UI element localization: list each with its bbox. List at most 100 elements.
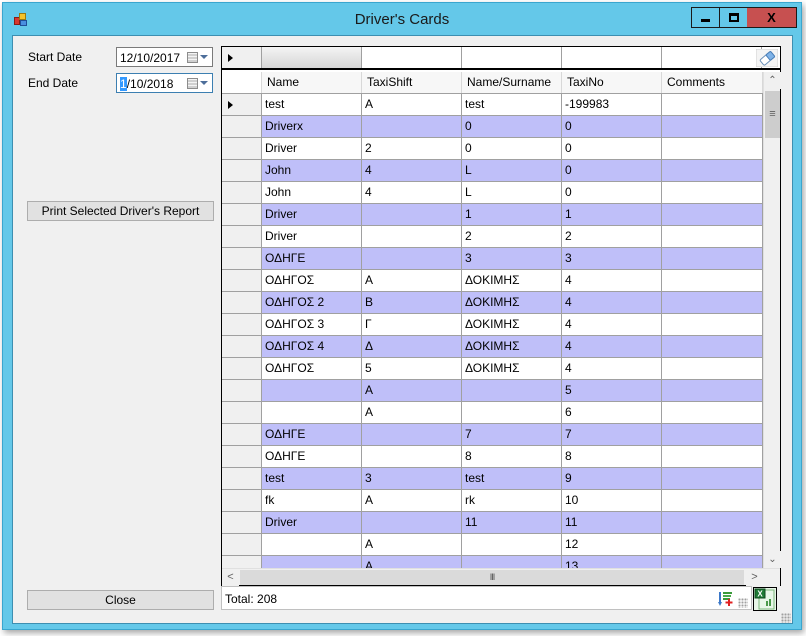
cell-taxishift[interactable] — [362, 248, 462, 269]
table-row[interactable]: test Atest -199983 — [222, 94, 763, 116]
cell-name[interactable]: test — [262, 468, 362, 489]
cell-name-surname[interactable]: 2 — [462, 226, 562, 247]
table-row[interactable]: Driver 2 0 0 — [222, 138, 763, 160]
cell-name-surname[interactable]: 8 — [462, 446, 562, 467]
cell-taxino[interactable]: 4 — [562, 314, 662, 335]
table-row[interactable]: Driver 11 11 — [222, 512, 763, 534]
cell-taxishift[interactable]: A — [362, 270, 462, 291]
cell-comments[interactable] — [662, 226, 763, 247]
table-row[interactable]: A 12 — [222, 534, 763, 556]
row-header[interactable] — [222, 270, 262, 291]
horizontal-scroll-thumb[interactable]: III — [240, 570, 744, 585]
filter-cell-taxishift[interactable] — [362, 47, 462, 68]
end-date-picker[interactable]: 1/10/2018 — [116, 73, 213, 93]
export-excel-button[interactable]: X — [753, 587, 777, 611]
cell-name-surname[interactable]: 0 — [462, 138, 562, 159]
cell-comments[interactable] — [662, 534, 763, 555]
cell-taxishift[interactable]: A — [362, 534, 462, 555]
cell-taxino[interactable]: 12 — [562, 534, 662, 555]
cell-name[interactable]: test — [262, 94, 362, 115]
filter-cell-name-surname[interactable] — [462, 47, 562, 68]
cell-comments[interactable] — [662, 270, 763, 291]
cell-taxishift[interactable] — [362, 226, 462, 247]
cell-comments[interactable] — [662, 468, 763, 489]
cell-taxino[interactable]: 11 — [562, 512, 662, 533]
cell-name-surname[interactable]: ΔΟΚΙΜΗΣ — [462, 270, 562, 291]
cell-comments[interactable] — [662, 380, 763, 401]
cell-name-surname[interactable] — [462, 534, 562, 555]
row-header[interactable] — [222, 534, 262, 555]
vertical-scroll-thumb[interactable]: ≡ — [765, 91, 780, 138]
cell-taxino[interactable]: 1 — [562, 204, 662, 225]
close-button[interactable]: Close — [27, 590, 214, 610]
cell-taxishift[interactable]: B — [362, 292, 462, 313]
cell-taxino[interactable]: 0 — [562, 116, 662, 137]
cell-name[interactable]: Driver — [262, 226, 362, 247]
column-header-comments[interactable]: Comments — [662, 72, 763, 93]
row-header[interactable] — [222, 94, 262, 115]
row-header[interactable] — [222, 556, 262, 568]
start-date-picker[interactable]: 12/10/2017 — [116, 47, 213, 67]
cell-name[interactable] — [262, 402, 362, 423]
cell-name[interactable] — [262, 380, 362, 401]
cell-comments[interactable] — [662, 512, 763, 533]
cell-name[interactable]: Driver — [262, 138, 362, 159]
cell-taxishift[interactable]: A — [362, 402, 462, 423]
table-row[interactable]: Driver 2 2 — [222, 226, 763, 248]
row-header[interactable] — [222, 182, 262, 203]
row-header[interactable] — [222, 424, 262, 445]
cell-comments[interactable] — [662, 248, 763, 269]
cell-taxino[interactable]: 5 — [562, 380, 662, 401]
sort-filter-icon[interactable] — [718, 591, 734, 607]
cell-name-surname[interactable]: 11 — [462, 512, 562, 533]
filter-cell-name[interactable] — [262, 47, 362, 68]
cell-taxishift[interactable]: 2 — [362, 138, 462, 159]
cell-name[interactable]: ΟΔΗΓΕ — [262, 248, 362, 269]
cell-taxino[interactable]: 7 — [562, 424, 662, 445]
cell-taxino[interactable]: 4 — [562, 292, 662, 313]
table-row[interactable]: ΟΔΗΓΕ 3 3 — [222, 248, 763, 270]
cell-name[interactable] — [262, 534, 362, 555]
horizontal-scrollbar[interactable]: < III > — [222, 568, 780, 586]
cell-taxino[interactable]: 0 — [562, 160, 662, 181]
scroll-left-chevron-icon[interactable]: < — [222, 569, 239, 586]
table-row[interactable]: ΟΔΗΓΕ 8 8 — [222, 446, 763, 468]
table-row[interactable]: John 4 L 0 — [222, 182, 763, 204]
row-header[interactable] — [222, 402, 262, 423]
row-header[interactable] — [222, 468, 262, 489]
row-header[interactable] — [222, 292, 262, 313]
chevron-down-icon[interactable] — [200, 81, 208, 85]
cell-name[interactable]: ΟΔΗΓΕ — [262, 446, 362, 467]
chevron-down-icon[interactable] — [200, 55, 208, 59]
calendar-icon[interactable] — [187, 52, 198, 63]
cell-comments[interactable] — [662, 424, 763, 445]
cell-taxino[interactable]: 3 — [562, 248, 662, 269]
row-header[interactable] — [222, 358, 262, 379]
cell-comments[interactable] — [662, 402, 763, 423]
cell-comments[interactable] — [662, 94, 763, 115]
table-row[interactable]: A 13 — [222, 556, 763, 568]
cell-name[interactable]: ΟΔΗΓΟΣ 4 — [262, 336, 362, 357]
cell-name[interactable]: John — [262, 160, 362, 181]
row-header[interactable] — [222, 380, 262, 401]
cell-comments[interactable] — [662, 138, 763, 159]
cell-taxishift[interactable]: A — [362, 556, 462, 568]
row-header[interactable] — [222, 446, 262, 467]
cell-name[interactable]: ΟΔΗΓΟΣ 2 — [262, 292, 362, 313]
table-row[interactable]: ΟΔΗΓΟΣ A ΔΟΚΙΜΗΣ 4 — [222, 270, 763, 292]
cell-taxishift[interactable]: A — [362, 490, 462, 511]
cell-taxino[interactable]: 10 — [562, 490, 662, 511]
table-row[interactable]: Driverx 0 0 — [222, 116, 763, 138]
column-header-taxishift[interactable]: TaxiShift — [362, 72, 462, 93]
scroll-right-chevron-icon[interactable]: > — [746, 569, 763, 586]
window-resize-grip[interactable] — [781, 613, 791, 623]
table-row[interactable]: John 4 L 0 — [222, 160, 763, 182]
cell-comments[interactable] — [662, 182, 763, 203]
row-header[interactable] — [222, 336, 262, 357]
maximize-button[interactable] — [719, 7, 748, 28]
cell-name-surname[interactable]: 0 — [462, 116, 562, 137]
cell-taxino[interactable]: 13 — [562, 556, 662, 568]
cell-name-surname[interactable] — [462, 402, 562, 423]
table-row[interactable]: A5 — [222, 380, 763, 402]
table-row[interactable]: ΟΔΗΓΟΣ 5 ΔΟΚΙΜΗΣ 4 — [222, 358, 763, 380]
